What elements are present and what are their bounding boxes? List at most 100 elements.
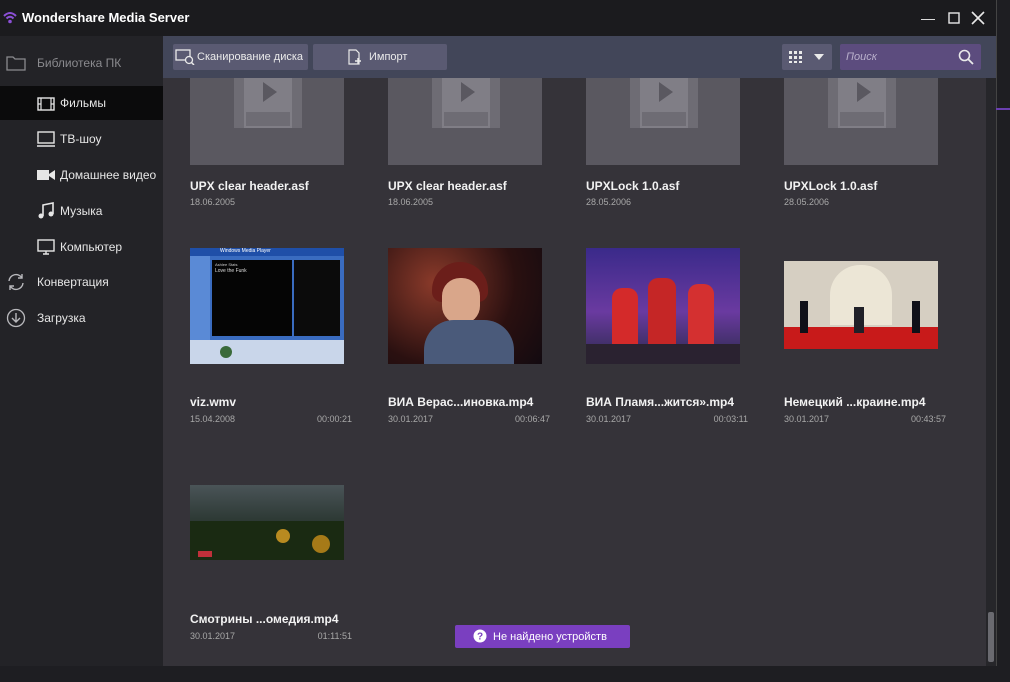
media-title: Немецкий ...краине.mp4 — [784, 395, 926, 409]
singer-thumbnail — [388, 248, 542, 364]
sidebar-item-label: ТВ-шоу — [60, 132, 102, 146]
thumb-song: Love the Funk — [215, 268, 247, 274]
field-thumbnail — [190, 485, 344, 560]
grid-view-icon — [789, 51, 802, 63]
app-title: Wondershare Media Server — [22, 10, 190, 25]
media-date: 28.05.2006 — [784, 197, 830, 207]
media-tile[interactable]: UPXLock 1.0.asf 28.05.2006 — [784, 78, 944, 263]
media-grid: UPX clear header.asf 18.06.2005 UPX clea… — [163, 78, 986, 666]
scan-disk-button[interactable]: Сканирование диска — [173, 44, 308, 70]
chevron-down-icon — [814, 54, 824, 60]
media-tile[interactable]: UPX clear header.asf 18.06.2005 — [388, 78, 548, 263]
sidebar-item-label: Компьютер — [60, 240, 123, 254]
app-window: Wondershare Media Server — Библиотека ПК… — [0, 0, 997, 666]
device-status-button[interactable]: ? Не найдено устройств — [455, 625, 630, 648]
sidebar: Библиотека ПК Фильмы ТВ-шоу Домашнее вид… — [0, 36, 163, 666]
media-tile[interactable]: ВИА Пламя...жится».mp4 30.01.2017 00:03:… — [586, 247, 748, 432]
search-icon[interactable] — [958, 49, 974, 65]
thumb-body — [424, 320, 514, 364]
thumb-artist: Ashlee Stats — [215, 262, 238, 267]
sidebar-item-convert[interactable]: Конвертация — [0, 265, 163, 299]
background-window-edge — [996, 108, 1010, 110]
import-label: Импорт — [369, 51, 408, 63]
computer-icon — [37, 239, 55, 255]
scrollbar-thumb[interactable] — [988, 612, 994, 662]
thumb-sidebar — [190, 256, 210, 350]
media-tile[interactable]: ВИА Верас...иновка.mp4 30.01.2017 00:06:… — [388, 247, 550, 432]
thumb-sunflower — [312, 535, 330, 553]
video-placeholder-thumbnail — [586, 78, 740, 165]
search-box[interactable]: Поиск — [840, 44, 981, 70]
media-title: UPXLock 1.0.asf — [784, 179, 878, 193]
media-date: 18.06.2005 — [190, 197, 236, 207]
sidebar-item-movies[interactable]: Фильмы — [0, 86, 163, 120]
video-placeholder-thumbnail — [190, 78, 344, 165]
close-button[interactable] — [967, 8, 989, 28]
sidebar-item-label: Загрузка — [37, 311, 86, 325]
thumb-guard — [912, 301, 920, 333]
media-duration: 00:00:21 — [316, 414, 352, 424]
film-play-icon — [630, 78, 698, 128]
media-title: Смотрины ...омедия.mp4 — [190, 612, 339, 626]
hall-thumbnail — [784, 261, 938, 349]
film-icon — [37, 97, 55, 111]
music-note-icon — [38, 202, 54, 219]
minimize-icon: — — [921, 10, 935, 26]
film-play-icon — [432, 78, 500, 128]
thumb-performer — [648, 278, 676, 348]
scan-disk-label: Сканирование диска — [197, 51, 304, 63]
media-tile[interactable]: UPXLock 1.0.asf 28.05.2006 — [586, 78, 746, 263]
thumb-person — [854, 307, 864, 333]
minimize-button[interactable]: — — [917, 8, 939, 28]
film-play-icon — [234, 78, 302, 128]
media-duration: 00:43:57 — [910, 414, 946, 424]
media-date: 18.06.2005 — [388, 197, 434, 207]
close-icon — [971, 11, 985, 25]
media-tile[interactable]: Windows Media Player Ashlee Stats Love t… — [190, 247, 352, 432]
thumb-video-area: Ashlee Stats Love the Funk — [212, 260, 292, 336]
svg-text:?: ? — [477, 632, 483, 643]
stage-thumbnail — [586, 248, 740, 364]
media-duration: 00:03:11 — [713, 414, 748, 424]
media-title: ВИА Верас...иновка.mp4 — [388, 395, 534, 409]
sidebar-item-download[interactable]: Загрузка — [0, 301, 163, 335]
sidebar-item-tv-shows[interactable]: ТВ-шоу — [0, 122, 163, 156]
thumb-performer — [688, 284, 714, 348]
media-tile[interactable]: Немецкий ...краине.mp4 30.01.2017 00:43:… — [784, 247, 946, 432]
sidebar-item-label: Фильмы — [60, 96, 106, 110]
folder-icon — [6, 56, 26, 71]
media-date: 30.01.2017 — [586, 414, 632, 424]
media-date: 15.04.2008 — [190, 414, 236, 424]
scan-icon — [175, 49, 195, 65]
sidebar-item-music[interactable]: Музыка — [0, 194, 163, 228]
scrollbar-track[interactable] — [986, 78, 996, 666]
import-button[interactable]: Импорт — [313, 44, 447, 70]
title-bar: Wondershare Media Server — — [0, 0, 996, 36]
sidebar-item-pc-library[interactable]: Библиотека ПК — [0, 46, 163, 80]
media-date: 30.01.2017 — [388, 414, 434, 424]
sidebar-item-home-video[interactable]: Домашнее видео — [0, 158, 163, 192]
sidebar-item-computer[interactable]: Компьютер — [0, 230, 163, 264]
thumb-audience — [586, 344, 740, 364]
media-title: UPX clear header.asf — [388, 179, 507, 193]
media-duration: 00:06:47 — [514, 414, 550, 424]
device-status-label: Не найдено устройств — [493, 631, 607, 643]
maximize-button[interactable] — [943, 8, 965, 28]
thumb-controls — [190, 340, 344, 364]
sidebar-item-label: Конвертация — [37, 275, 109, 289]
sidebar-item-label: Домашнее видео — [60, 168, 157, 182]
media-tile[interactable]: Смотрины ...омедия.mp4 30.01.2017 01:11:… — [190, 464, 352, 649]
media-duration: 01:11:51 — [317, 631, 352, 641]
thumb-playlist — [294, 260, 340, 336]
maximize-icon — [948, 12, 960, 24]
sidebar-item-label: Библиотека ПК — [37, 56, 122, 70]
thumb-sunflower — [276, 529, 290, 543]
wifi-logo-icon — [3, 12, 17, 24]
media-title: ВИА Пламя...жится».mp4 — [586, 395, 735, 409]
media-tile[interactable]: UPX clear header.asf 18.06.2005 — [190, 78, 350, 263]
thumb-face — [442, 278, 480, 324]
video-camera-icon — [37, 170, 55, 180]
view-mode-dropdown[interactable] — [782, 44, 832, 70]
convert-icon — [8, 273, 24, 291]
question-icon: ? — [473, 629, 487, 643]
